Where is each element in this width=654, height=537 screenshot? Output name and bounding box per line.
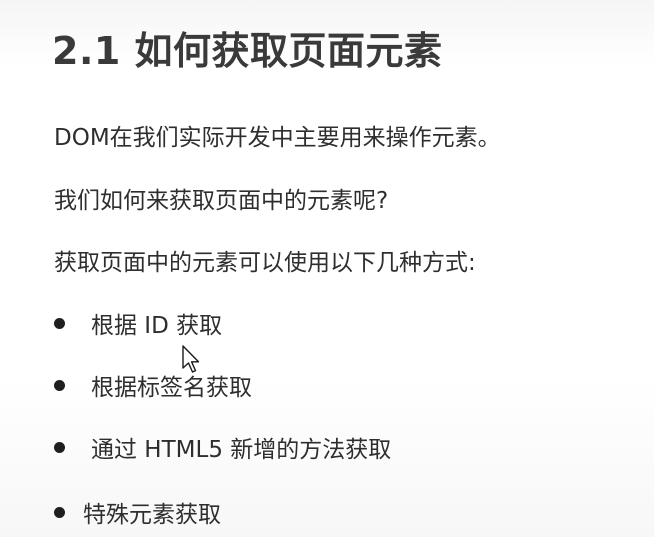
list-item-label: 根据 ID 获取	[91, 313, 223, 339]
list-item-label: 根据标签名获取	[91, 375, 252, 401]
paragraph-methods-intro: 获取页面中的元素可以使用以下几种方式:	[54, 250, 476, 276]
page-title: 2.1 如何获取页面元素	[52, 29, 443, 73]
list-item-by-tag-name: 根据标签名获取	[54, 368, 252, 402]
paragraph-question: 我们如何来获取页面中的元素呢?	[54, 188, 389, 214]
bullet-dot-icon	[54, 379, 65, 391]
bullet-dot-icon	[54, 317, 65, 329]
bullet-dot-icon	[54, 506, 65, 518]
mouse-pointer-icon	[182, 345, 200, 373]
list-item-by-id: 根据 ID 获取	[54, 306, 222, 340]
list-item-html5-methods: 通过 HTML5 新增的方法获取	[54, 430, 391, 464]
paragraph-dom-intro: DOM在我们实际开发中主要用来操作元素。	[54, 125, 501, 151]
list-item-special-elements: 特殊元素获取	[54, 495, 221, 529]
bullet-dot-icon	[54, 441, 65, 453]
slide: 2.1 如何获取页面元素 DOM在我们实际开发中主要用来操作元素。 我们如何来获…	[0, 0, 654, 537]
list-item-label: 通过 HTML5 新增的方法获取	[91, 437, 392, 463]
list-item-label: 特殊元素获取	[83, 502, 221, 528]
